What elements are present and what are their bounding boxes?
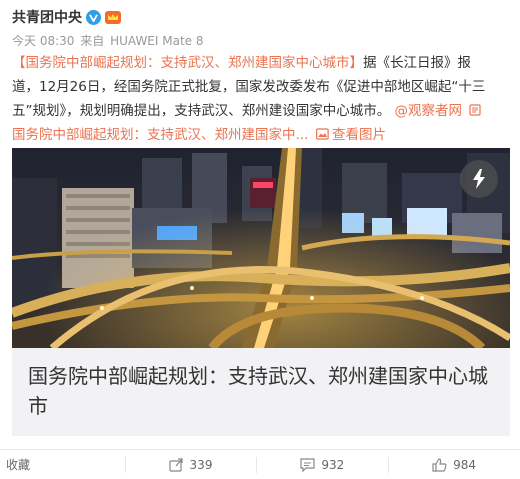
image-icon	[315, 124, 329, 140]
post-meta: 今天 08:30 来自 HUAWEI Mate 8	[12, 32, 205, 49]
like-count: 984	[453, 457, 477, 472]
card-photo	[12, 148, 510, 348]
repost-button[interactable]: 339	[124, 450, 257, 479]
verified-icon	[86, 9, 101, 25]
post-time[interactable]: 今天 08:30	[12, 34, 74, 48]
link-icon	[469, 100, 481, 116]
thumbs-up-icon	[432, 457, 447, 472]
post-text-line3: 五”规划》，规划明确提出，支持武汉、郑州建设国家中心城市。	[12, 103, 391, 119]
post-header: 共青团中央	[12, 6, 122, 28]
article-card[interactable]: 国务院中部崛起规划：支持武汉、郑州建国家中心城市	[12, 148, 510, 436]
action-bar: 收藏 339 932 984	[0, 449, 520, 479]
repost-count: 339	[189, 457, 213, 472]
favorite-button[interactable]: 收藏	[0, 450, 125, 479]
source-prefix: 来自	[80, 34, 105, 48]
post-text: 【国务院中部崛起规划：支持武汉、郑州建国家中心城市】据《长江日报》报 道，12月…	[12, 51, 514, 147]
repost-icon	[168, 457, 183, 472]
like-button[interactable]: 984	[388, 450, 520, 479]
comment-button[interactable]: 932	[256, 450, 388, 479]
post-topic-title: 【国务院中部崛起规划：支持武汉、郑州建国家中心城市】	[12, 55, 363, 71]
post-text-line2: 道，12月26日，经国务院正式批复，国家发改委发布《促进中部地区崛起“十三	[12, 79, 486, 95]
post-text-line1: 据《长江日报》报	[363, 55, 471, 71]
view-images-link[interactable]: 查看图片	[332, 127, 386, 143]
post-source[interactable]: HUAWEI Mate 8	[110, 34, 203, 48]
favorite-label: 收藏	[6, 458, 31, 472]
article-link[interactable]: 国务院中部崛起规划：支持武汉、郑州建国家中...	[12, 127, 308, 143]
comment-icon	[300, 457, 315, 472]
member-crown-icon[interactable]	[104, 9, 122, 25]
comment-count: 932	[321, 457, 345, 472]
mention-link[interactable]: @观察者网	[395, 103, 463, 119]
author-name[interactable]: 共青团中央	[12, 7, 82, 27]
card-title[interactable]: 国务院中部崛起规划：支持武汉、郑州建国家中心城市	[28, 361, 498, 421]
gif-play-icon[interactable]	[460, 160, 498, 198]
